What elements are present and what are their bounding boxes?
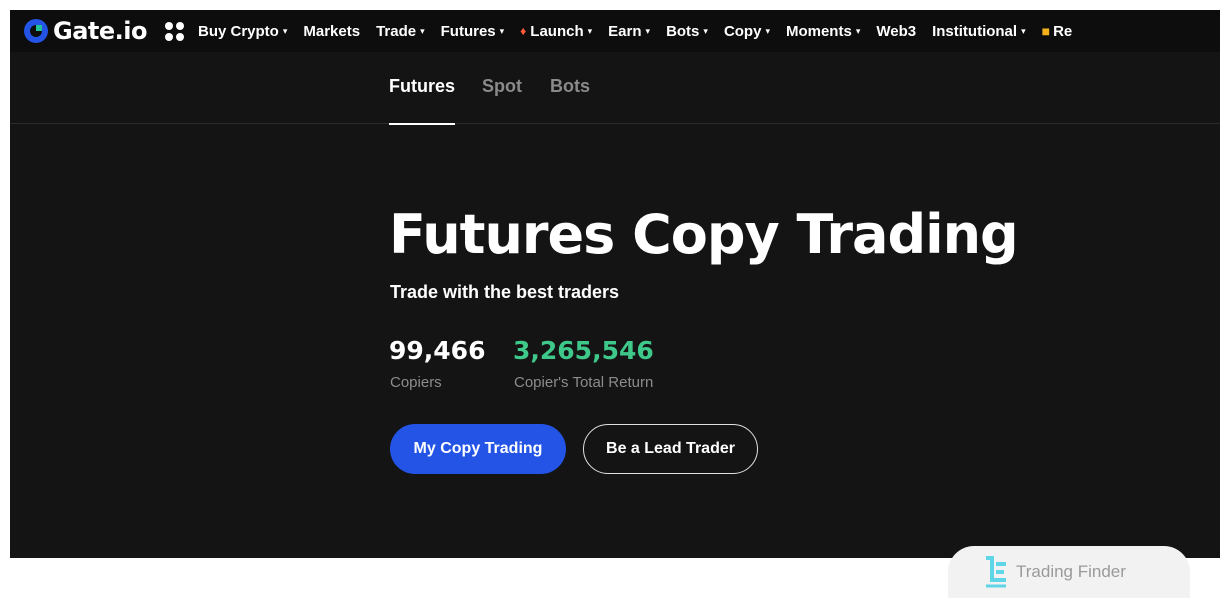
flame-icon: ♦: [520, 24, 527, 38]
trading-finder-logo-icon: [986, 556, 1006, 588]
nav-item-label: Web3: [876, 22, 917, 40]
total-return-value: 3,265,546: [513, 336, 654, 365]
app-frame: Gate.io Buy Crypto ▾ Markets Trade ▾ Futures ▾…: [10, 10, 1220, 558]
nav-item-label: Bots: [666, 22, 700, 40]
nav-item-label: Institutional: [932, 22, 1018, 40]
chevron-down-icon: ▾: [765, 25, 770, 36]
tab-spot[interactable]: Spot: [482, 76, 522, 124]
gift-icon: ■: [1041, 23, 1051, 39]
chevron-down-icon: ▾: [282, 25, 288, 36]
gateio-logo-icon: [24, 19, 48, 43]
chevron-down-icon: ▾: [855, 25, 861, 36]
nav-item-earn[interactable]: Earn ▾: [608, 23, 650, 40]
copiers-count: 99,466: [389, 336, 486, 365]
nav-item-label: Re: [1053, 22, 1073, 40]
nav-item-re[interactable]: ■ Re: [1042, 23, 1073, 40]
total-return-label: Copier's Total Return: [514, 374, 654, 391]
copiers-label: Copiers: [390, 374, 442, 391]
watermark-text: Trading Finder: [1016, 562, 1126, 581]
page-title: Futures Copy Trading: [389, 203, 1019, 266]
chevron-down-icon: ▾: [703, 25, 708, 36]
brand-name: Gate.io: [53, 17, 147, 45]
nav-item-label: Markets: [303, 22, 361, 40]
gateio-logo[interactable]: Gate.io: [22, 17, 147, 45]
page-subtitle: Trade with the best traders: [390, 282, 620, 302]
nav-item-trade[interactable]: Trade ▾: [376, 23, 425, 40]
nav-item-institutional[interactable]: Institutional ▾: [932, 23, 1026, 40]
chevron-down-icon: ▾: [645, 25, 651, 36]
be-lead-trader-button[interactable]: Be a Lead Trader: [583, 424, 758, 474]
nav-item-moments[interactable]: Moments ▾: [786, 23, 860, 40]
nav-item-label: Moments: [785, 22, 852, 40]
trading-finder-watermark: Trading Finder: [948, 546, 1190, 598]
apps-grid-icon[interactable]: [164, 21, 184, 41]
chevron-down-icon: ▾: [1021, 25, 1026, 36]
chevron-down-icon: ▾: [587, 25, 593, 36]
nav-item-label: Trade: [376, 22, 417, 40]
nav-item-label: Launch: [530, 22, 584, 40]
nav-item-label: Buy Crypto: [197, 22, 279, 40]
chevron-down-icon: ▾: [420, 25, 425, 36]
nav-item-markets[interactable]: Markets: [303, 23, 360, 40]
top-navigation: Gate.io Buy Crypto ▾ Markets Trade ▾ Futures ▾…: [10, 10, 1220, 52]
nav-item-bots[interactable]: Bots ▾: [666, 23, 708, 40]
nav-item-label: Earn: [608, 22, 642, 40]
chevron-down-icon: ▾: [499, 25, 505, 36]
nav-item-label: Copy: [723, 22, 762, 40]
tab-futures[interactable]: Futures: [389, 76, 456, 125]
nav-item-web3[interactable]: Web3: [876, 23, 916, 40]
nav-item-copy[interactable]: Copy ▾: [724, 23, 770, 40]
tab-bots[interactable]: Bots: [550, 76, 590, 124]
my-copy-trading-button[interactable]: My Copy Trading: [390, 424, 566, 474]
nav-item-launch[interactable]: ♦ Launch ▾: [520, 23, 592, 40]
nav-item-buy-crypto[interactable]: Buy Crypto ▾: [198, 23, 287, 40]
nav-item-futures[interactable]: Futures ▾: [441, 23, 505, 40]
nav-item-label: Futures: [440, 22, 496, 40]
product-tabs: Futures Spot Bots: [10, 52, 1220, 125]
